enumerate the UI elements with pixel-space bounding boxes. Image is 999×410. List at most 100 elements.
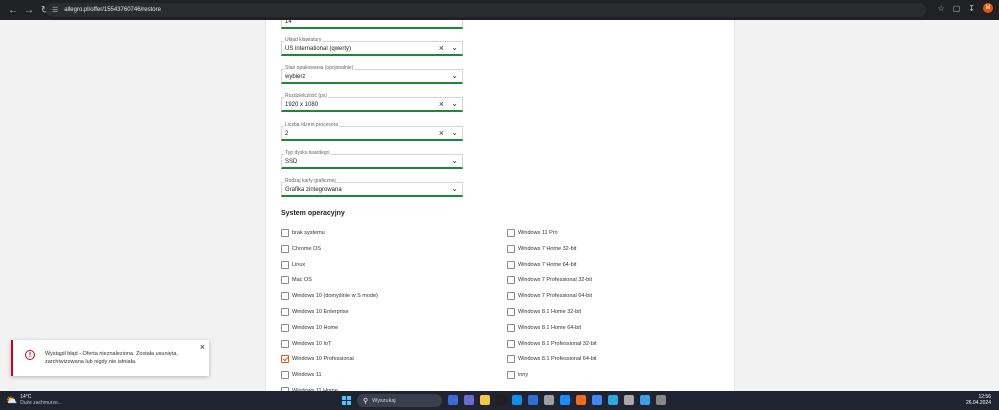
os-checkbox-item[interactable]: Windows 10 (domyślnie w S mode) (281, 291, 378, 301)
system-clock[interactable]: 12:56 26.04.2024 (966, 394, 991, 406)
taskbar-app-icon[interactable] (544, 395, 554, 405)
checkbox[interactable] (281, 308, 289, 316)
os-checkbox-item[interactable]: Windows 8.1 Professional 32-bit (507, 339, 597, 349)
os-checkbox-item[interactable]: Linux (281, 260, 305, 270)
clear-icon[interactable]: × (439, 129, 444, 138)
taskbar-app-icon[interactable] (624, 395, 634, 405)
os-checkbox-item[interactable]: Windows 11 Pro (507, 228, 558, 238)
forward-icon[interactable]: → (22, 3, 36, 17)
os-checkbox-item[interactable]: Windows 8.1 Home 64-bit (507, 323, 581, 333)
taskbar-search[interactable]: ⚲ Wyszukaj (357, 394, 442, 407)
checkbox[interactable] (507, 355, 515, 364)
os-checkbox-item[interactable]: Windows 10 Professional (281, 354, 354, 364)
field-value: Grafika zintegrowana (285, 187, 342, 193)
taskbar-app-icon[interactable] (480, 395, 490, 405)
taskbar-app-icon[interactable] (464, 395, 474, 405)
checkbox[interactable] (507, 308, 515, 316)
os-checkbox-item[interactable]: Windows 7 Professional 32-bit (507, 275, 592, 285)
os-checkbox-item[interactable]: inny (507, 370, 528, 380)
checkbox[interactable] (507, 260, 515, 269)
os-checkbox-item[interactable]: Chrome OS (281, 244, 321, 254)
clear-icon[interactable]: × (439, 100, 444, 109)
checkbox[interactable] (281, 229, 289, 237)
checkbox-label: Linux (292, 261, 306, 268)
checkbox[interactable] (507, 371, 515, 380)
bookmark-star-icon[interactable]: ☆ (938, 4, 945, 13)
checkbox[interactable] (281, 244, 289, 253)
site-info-icon[interactable]: ☰ (52, 6, 58, 14)
clear-icon[interactable]: × (439, 44, 444, 53)
profile-avatar[interactable]: M (983, 3, 993, 13)
os-checkbox-item[interactable]: Windows 11 (281, 370, 322, 380)
os-checkbox-item[interactable]: Windows 8.1 Professional 64-bit (507, 354, 597, 364)
taskbar-app-icon[interactable] (528, 395, 538, 405)
chevron-down-icon[interactable]: ⌄ (451, 43, 458, 52)
os-checkbox-item[interactable]: Windows 10 Home (281, 323, 338, 333)
field-value: 2 (285, 131, 289, 137)
weather-widget[interactable]: ⛅ 14°C Duże zachmurze... (6, 394, 62, 406)
downloads-icon[interactable]: ↧ (968, 4, 975, 13)
checkbox-label: Windows 10 Home (292, 324, 339, 331)
os-checkbox-item[interactable]: Windows 8.1 Home 32-bit (507, 307, 581, 317)
checkbox[interactable] (507, 276, 515, 285)
os-checkbox-item[interactable]: brak systemu (281, 228, 325, 238)
checkbox[interactable] (281, 339, 289, 348)
taskbar-app-icon[interactable] (496, 395, 506, 405)
taskbar-app-icon[interactable] (592, 395, 602, 405)
cloud-sun-icon: ⛅ (6, 394, 18, 405)
taskbar-app-icon[interactable] (576, 395, 586, 405)
chevron-down-icon[interactable]: ⌄ (451, 71, 458, 80)
start-button[interactable] (342, 396, 351, 405)
taskbar-app-icon[interactable] (656, 395, 666, 405)
checkbox-label: Windows 10 IoT (292, 340, 332, 347)
os-checkbox-item[interactable]: Windows 10 IoT (281, 339, 331, 349)
checkbox-label: Windows 7 Professional 32-bit (518, 277, 592, 284)
checkbox[interactable] (507, 292, 515, 301)
field-label: Stan opakowania (opcjonalnie) (284, 65, 355, 71)
taskbar-app-icon[interactable] (512, 395, 522, 405)
address-bar[interactable]: ☰ allegro.pl/offer/15543760746/restore (46, 3, 926, 17)
packaging-state-select[interactable]: Stan opakowania (opcjonalnie) wybierz ⌄ (281, 65, 463, 84)
cpu-cores-select[interactable]: Liczba rdzeni procesora 2 × ⌄ (281, 122, 463, 141)
top-field-value: 14 (285, 20, 292, 25)
top-field[interactable]: 14 (281, 20, 463, 29)
os-checkbox-item[interactable]: Windows 7 Professional 64-bit (507, 291, 592, 301)
field-label: Układ klawiatury (284, 37, 323, 43)
os-checkbox-item[interactable]: Mac OS (281, 275, 312, 285)
taskbar-app-icon[interactable] (448, 395, 458, 405)
checkbox[interactable] (507, 323, 515, 332)
checkbox-label: Windows 11 (292, 372, 322, 379)
checkbox[interactable] (281, 371, 289, 380)
error-toast: ! Wystąpił błąd - Oferta nieznaleziona. … (11, 340, 209, 376)
checkbox-label: brak systemu (292, 230, 325, 236)
chevron-down-icon[interactable]: ⌄ (451, 99, 458, 108)
checkbox[interactable] (281, 276, 289, 285)
checkbox-label: Windows 11 Pro (518, 230, 558, 236)
page-background: 14 Układ klawiatury US international (qw… (0, 20, 999, 391)
checkbox[interactable] (507, 229, 515, 237)
os-checkbox-item[interactable]: Windows 7 Home 32-bit (507, 244, 576, 254)
checkbox[interactable] (281, 323, 289, 332)
keyboard-layout-select[interactable]: Układ klawiatury US international (qwert… (281, 37, 463, 56)
checkbox[interactable] (281, 292, 289, 301)
checkbox[interactable] (281, 260, 289, 269)
taskbar-app-icon[interactable] (608, 395, 618, 405)
chevron-down-icon[interactable]: ⌄ (451, 156, 458, 165)
taskbar-app-icon[interactable] (640, 395, 650, 405)
back-icon[interactable]: ← (6, 3, 20, 17)
field-label: Liczba rdzeni procesora (284, 122, 340, 128)
resolution-select[interactable]: Rozdzielczość (px) 1920 x 1080 × ⌄ (281, 93, 463, 112)
close-icon[interactable]: × (200, 342, 205, 352)
disk-type-select[interactable]: Typ dysku twardego SSD ⌄ (281, 150, 463, 169)
checkbox-checked[interactable] (281, 355, 289, 364)
extensions-icon[interactable]: ▢ (953, 4, 961, 13)
chevron-down-icon[interactable]: ⌄ (451, 184, 458, 193)
checkbox[interactable] (507, 244, 515, 253)
taskbar-app-icon[interactable] (560, 395, 570, 405)
field-value: US international (qwerty) (285, 46, 352, 52)
checkbox[interactable] (507, 339, 515, 348)
graphics-card-select[interactable]: Rodzaj karty graficznej Grafika zintegro… (281, 178, 463, 197)
os-checkbox-item[interactable]: Windows 7 Home 64-bit (507, 260, 576, 270)
chevron-down-icon[interactable]: ⌄ (451, 128, 458, 137)
os-checkbox-item[interactable]: Windows 10 Enterprise (281, 307, 349, 317)
